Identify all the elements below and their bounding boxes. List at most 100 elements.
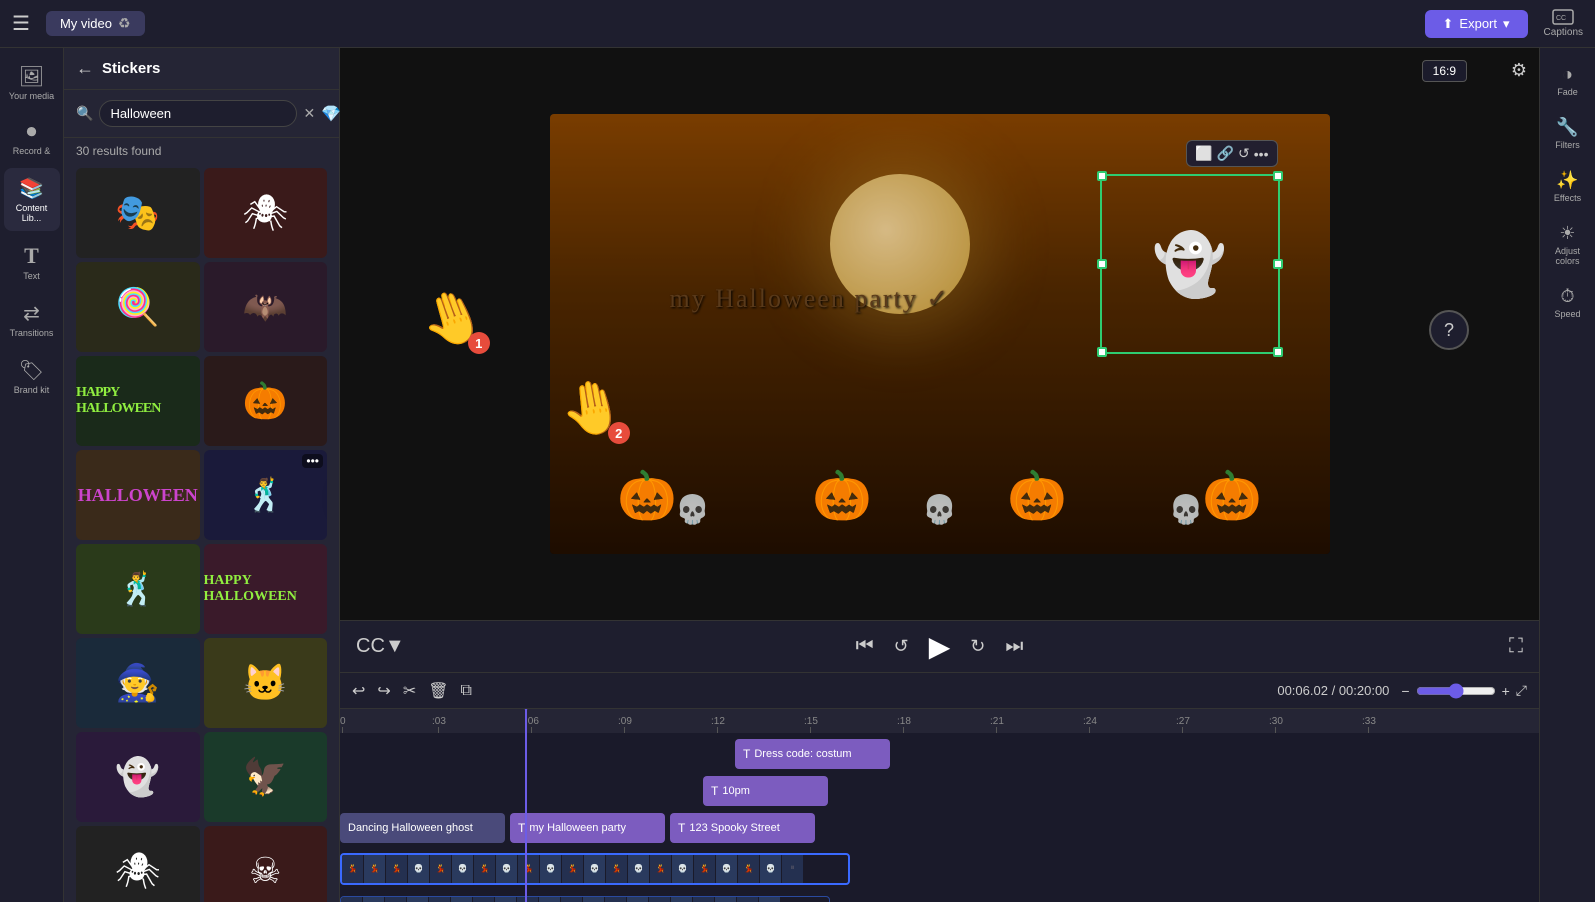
redo-button[interactable]: ↪ xyxy=(377,681,390,701)
forward-to-end-button[interactable]: ⏭ xyxy=(1005,635,1023,658)
right-tool-fade[interactable]: ◑ Fade xyxy=(1542,56,1594,105)
thumb-frame: 💃 xyxy=(407,896,429,902)
clear-search-button[interactable]: ✕ xyxy=(303,105,315,122)
track-clip[interactable]: T my Halloween party xyxy=(510,813,665,843)
sticker-item[interactable]: 👻 xyxy=(76,732,200,822)
video-track-clip[interactable]: 💃 💃 💃 💀 💃 💀 💃 💀 💃 💀 xyxy=(340,853,850,885)
handle-bottom-left[interactable] xyxy=(1097,347,1107,357)
sticker-more-button[interactable]: ••• xyxy=(302,454,323,468)
sticker-tool-link[interactable]: 🔗 xyxy=(1217,145,1234,162)
help-button[interactable]: ? xyxy=(1429,310,1469,350)
sidebar-item-brand-kit[interactable]: 🏷 Brand kit xyxy=(4,350,60,403)
rewind-5s-button[interactable]: ↺ xyxy=(894,636,909,657)
sticker-tool-rotate[interactable]: ↺ xyxy=(1238,145,1250,162)
sidebar-item-label: Brand kit xyxy=(14,385,50,395)
sticker-grid: 🎭 🕷 🍭 🦇 HAPPY HALLOWEEN 🎃 HALLOWEEN xyxy=(64,164,339,902)
search-input[interactable] xyxy=(99,100,297,127)
video-track-clip-2[interactable]: 💀 💃 💀 💃 💀 💃 💀 💃 💀 💃 xyxy=(340,896,830,902)
sticker-tool-more[interactable]: ••• xyxy=(1254,145,1269,162)
right-tool-filters[interactable]: 🔧 Filters xyxy=(1542,109,1594,158)
video-title-text: my Halloween party ✓ xyxy=(670,284,951,314)
selected-sticker[interactable]: 👻 ⬜ 🔗 ↺ ••• xyxy=(1100,174,1280,354)
sticker-emoji: 🧙 xyxy=(115,662,160,704)
track-clip[interactable]: T 10pm xyxy=(703,776,828,806)
sticker-item[interactable]: 🎃 xyxy=(204,356,328,446)
cut-button[interactable]: ✂ xyxy=(403,681,416,701)
sidebar-item-label: Transitions xyxy=(10,328,54,338)
handle-top-right[interactable] xyxy=(1273,171,1283,181)
svg-text:CC: CC xyxy=(1556,15,1566,22)
expand-timeline-button[interactable]: ⤢ xyxy=(1516,682,1527,699)
sticker-item[interactable]: HALLOWEEN xyxy=(76,450,200,540)
thumb-frame: 💃 xyxy=(715,896,737,902)
sticker-emoji: 🍭 xyxy=(115,286,160,328)
hamburger-icon[interactable]: ☰ xyxy=(12,11,30,36)
sidebar-item-label: Text xyxy=(23,271,40,281)
captions-button[interactable]: CC Captions xyxy=(1544,9,1583,38)
zoom-slider[interactable] xyxy=(1416,683,1496,699)
sticker-item[interactable]: 🎭 xyxy=(76,168,200,258)
thumb-frame: 💃 xyxy=(562,853,584,883)
thumb-frame: 💀 xyxy=(341,896,363,902)
sticker-item[interactable]: 🕺 xyxy=(76,544,200,634)
thumb-frame: 💀 xyxy=(760,853,782,883)
sticker-item[interactable]: ☠ xyxy=(204,826,328,902)
sidebar-item-record[interactable]: ⏺ Record & xyxy=(4,113,60,164)
sticker-item[interactable]: 🍭 xyxy=(76,262,200,352)
ai-search-button[interactable]: 💎 xyxy=(321,104,341,124)
track-clip[interactable]: T Dress code: costum xyxy=(735,739,890,769)
timeline-content[interactable]: 0 :03 :06 :09 :12 :15 :18 :21 :24 :27 :3… xyxy=(340,709,1539,902)
export-button[interactable]: ⬆ Export ▾ xyxy=(1425,10,1528,38)
sticker-item[interactable]: 🕺 ••• Add to timeline xyxy=(204,450,328,540)
settings-icon[interactable]: ⚙ xyxy=(1511,60,1527,81)
sidebar-item-content-library[interactable]: 📚 Content Lib... xyxy=(4,168,60,231)
current-tab[interactable]: My video ♻ xyxy=(46,11,145,36)
sticker-tool-crop[interactable]: ⬜ xyxy=(1195,145,1212,162)
rewind-to-start-button[interactable]: ⏮ xyxy=(856,635,874,658)
track-clip[interactable]: Dancing Halloween ghost xyxy=(340,813,505,843)
back-button[interactable]: ← xyxy=(76,58,94,79)
total-time: 00:20:00 xyxy=(1339,683,1390,698)
sticker-item[interactable]: 🐱 xyxy=(204,638,328,728)
fullscreen-button[interactable]: ⛶ xyxy=(1509,635,1523,658)
right-tool-effects[interactable]: ✨ Effects xyxy=(1542,162,1594,211)
timeline-time: 00:06.02 / 00:20:00 xyxy=(1277,683,1389,698)
sidebar-item-text[interactable]: T Text xyxy=(4,235,60,289)
sticker-item[interactable]: HAPPY HALLOWEEN xyxy=(204,544,328,634)
handle-top-left[interactable] xyxy=(1097,171,1107,181)
thumb-frame: 💀 xyxy=(452,853,474,883)
timeline-zoom: − + ⤢ xyxy=(1401,682,1527,699)
captions-label: Captions xyxy=(1544,27,1583,38)
playhead[interactable] xyxy=(525,709,527,902)
sticker-item[interactable]: 🦇 xyxy=(204,262,328,352)
undo-button[interactable]: ↩ xyxy=(352,681,365,701)
sticker-item[interactable]: 🕷 xyxy=(204,168,328,258)
right-tool-adjust-colors[interactable]: ☀ Adjust colors xyxy=(1542,215,1594,274)
forward-5s-button[interactable]: ↻ xyxy=(970,636,985,657)
sticker-item[interactable]: HAPPY HALLOWEEN xyxy=(76,356,200,446)
copy-button[interactable]: ⧉ xyxy=(461,682,472,700)
aspect-ratio-button[interactable]: 16:9 xyxy=(1422,60,1467,82)
right-tool-speed[interactable]: ⏱ Speed xyxy=(1542,278,1594,327)
handle-bottom-right[interactable] xyxy=(1273,347,1283,357)
sidebar-item-label: Content Lib... xyxy=(8,203,56,223)
thumb-frame: 💃 xyxy=(627,896,649,902)
sidebar-item-transitions[interactable]: ⇄ Transitions xyxy=(4,293,60,346)
zoom-out-button[interactable]: − xyxy=(1401,683,1409,699)
play-pause-button[interactable]: ▶ xyxy=(929,630,951,663)
ruler-mark: :03 xyxy=(432,716,446,733)
thumb-frame: 💀 xyxy=(385,896,407,902)
sticker-emoji: 🐱 xyxy=(243,662,288,704)
track-clip[interactable]: T 123 Spooky Street xyxy=(670,813,815,843)
zoom-in-button[interactable]: + xyxy=(1502,683,1510,699)
sidebar-item-your-media[interactable]: 🖼 Your media xyxy=(4,56,60,109)
sticker-item[interactable]: 🧙 xyxy=(76,638,200,728)
handle-mid-left[interactable] xyxy=(1097,259,1107,269)
sticker-emoji: 🦇 xyxy=(243,286,288,328)
cc-button[interactable]: CC▼ xyxy=(356,635,405,658)
handle-mid-right[interactable] xyxy=(1273,259,1283,269)
sticker-item[interactable]: 🕷 xyxy=(76,826,200,902)
timeline-ruler: 0 :03 :06 :09 :12 :15 :18 :21 :24 :27 :3… xyxy=(340,709,1539,733)
delete-button[interactable]: 🗑 xyxy=(428,681,448,701)
sticker-item[interactable]: 🦅 xyxy=(204,732,328,822)
